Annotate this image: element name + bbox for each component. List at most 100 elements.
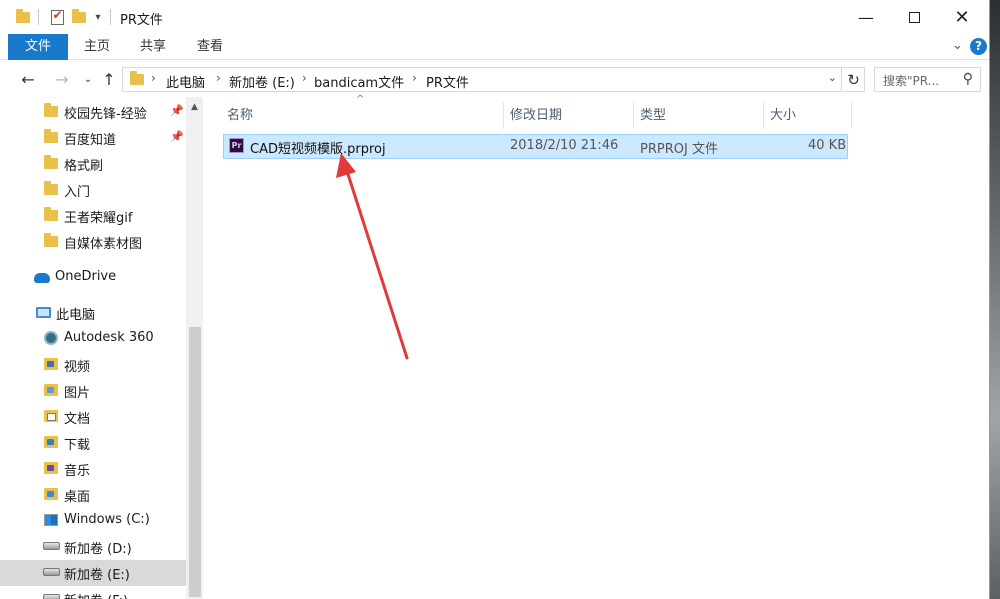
column-divider[interactable] bbox=[503, 102, 504, 129]
help-icon[interactable]: ? bbox=[970, 38, 987, 55]
drive-icon bbox=[43, 541, 60, 550]
breadcrumb-this-pc[interactable]: 此电脑 bbox=[166, 72, 205, 91]
downloads-folder-icon bbox=[44, 436, 58, 448]
window-title: PR文件 bbox=[120, 13, 163, 28]
column-divider[interactable] bbox=[851, 102, 852, 129]
folder-icon bbox=[44, 129, 58, 143]
breadcrumb-drive-e[interactable]: 新加卷 (E:) bbox=[229, 72, 295, 91]
sidebar-item-music[interactable]: 音乐 bbox=[0, 456, 186, 482]
file-row[interactable]: Pr CAD短视频模版.prproj 2018/2/10 21:46 PRPRO… bbox=[223, 134, 848, 159]
navigation-bar: ← → ⌄ ↑ › 此电脑 › 新加卷 (E:) › bandicam文件 › … bbox=[0, 61, 989, 97]
sidebar-item-label: 新加卷 (E:) bbox=[64, 568, 130, 583]
sidebar-item-drive-d[interactable]: 新加卷 (D:) bbox=[0, 534, 186, 560]
drive-icon bbox=[43, 593, 60, 599]
sidebar-item-quick-access[interactable]: 格式刷 bbox=[0, 151, 186, 177]
windows-drive-icon bbox=[44, 514, 58, 526]
breadcrumb-bandicam[interactable]: bandicam文件 bbox=[314, 72, 404, 91]
autodesk-360-icon bbox=[44, 331, 58, 345]
breadcrumb-separator-icon[interactable]: › bbox=[302, 71, 307, 85]
sidebar-item-label: 王者荣耀gif bbox=[64, 211, 133, 226]
sidebar-item-documents[interactable]: 文档 bbox=[0, 404, 186, 430]
desktop-folder-icon bbox=[44, 488, 58, 500]
sidebar-item-label: 格式刷 bbox=[64, 159, 104, 174]
navigation-pane: 校园先锋-经验 📌 百度知道 📌 格式刷 入门 王者荣耀gif 自媒体素材图 O… bbox=[0, 97, 186, 599]
sidebar-item-pictures[interactable]: 图片 bbox=[0, 378, 186, 404]
column-divider[interactable] bbox=[763, 102, 764, 129]
recent-locations-button[interactable]: ⌄ bbox=[80, 67, 96, 91]
documents-folder-icon bbox=[44, 410, 58, 422]
column-header-size[interactable]: 大小 bbox=[770, 104, 796, 126]
breadcrumb-separator-icon[interactable]: › bbox=[216, 71, 221, 85]
refresh-icon: ↻ bbox=[847, 70, 860, 89]
breadcrumb-separator-icon[interactable]: › bbox=[412, 71, 417, 85]
file-list-pane: ^ 名称 修改日期 类型 大小 Pr CAD短视频模版.prproj 2018/… bbox=[203, 94, 989, 599]
maximize-icon bbox=[908, 11, 920, 23]
sidebar-item-label: 桌面 bbox=[64, 490, 91, 505]
tab-home[interactable]: 主页 bbox=[70, 34, 124, 60]
tab-share[interactable]: 共享 bbox=[126, 34, 180, 60]
videos-folder-icon bbox=[44, 358, 58, 370]
sidebar-item-label: 百度知道 bbox=[64, 133, 117, 148]
file-type: PRPROJ 文件 bbox=[640, 142, 718, 157]
back-button[interactable]: ← bbox=[16, 67, 40, 91]
sidebar-item-onedrive[interactable]: OneDrive bbox=[0, 265, 186, 291]
sidebar-item-this-pc[interactable]: 此电脑 bbox=[0, 300, 186, 326]
expand-ribbon-icon[interactable]: ⌄ bbox=[952, 38, 963, 53]
breadcrumb-separator-icon[interactable]: › bbox=[151, 71, 156, 85]
pin-icon[interactable]: 📌 bbox=[170, 104, 184, 117]
address-bar[interactable]: › 此电脑 › 新加卷 (E:) › bandicam文件 › PR文件 ⌄ bbox=[122, 67, 842, 92]
scrollbar-thumb[interactable] bbox=[189, 327, 201, 597]
sidebar-item-quick-access[interactable]: 自媒体素材图 bbox=[0, 229, 186, 255]
close-button[interactable]: ✕ bbox=[938, 0, 986, 34]
pin-icon[interactable]: 📌 bbox=[170, 130, 184, 143]
folder-icon bbox=[44, 103, 58, 117]
tab-view[interactable]: 查看 bbox=[182, 34, 238, 60]
new-folder-icon[interactable] bbox=[70, 8, 88, 26]
drive-icon bbox=[43, 567, 60, 576]
sidebar-item-quick-access[interactable]: 入门 bbox=[0, 177, 186, 203]
sidebar-item-quick-access[interactable]: 校园先锋-经验 📌 bbox=[0, 99, 186, 125]
properties-icon[interactable] bbox=[48, 8, 66, 26]
up-button[interactable]: ↑ bbox=[99, 67, 119, 91]
chevron-down-icon[interactable]: ⌄ bbox=[828, 71, 837, 84]
column-header-name[interactable]: 名称 bbox=[227, 104, 253, 126]
navigation-pane-scrollbar[interactable]: ▲ bbox=[186, 97, 203, 599]
sidebar-item-drive-c[interactable]: Windows (C:) bbox=[0, 508, 186, 534]
onedrive-icon bbox=[34, 273, 50, 283]
search-icon: ⚲ bbox=[962, 71, 973, 87]
back-arrow-icon: ← bbox=[21, 69, 35, 89]
file-modified: 2018/2/10 21:46 bbox=[510, 138, 619, 153]
sidebar-item-drive-e[interactable]: 新加卷 (E:) bbox=[0, 560, 186, 586]
sidebar-item-autodesk-360[interactable]: Autodesk 360 bbox=[0, 326, 186, 352]
title-bar: ▾ PR文件 — ✕ bbox=[0, 0, 989, 34]
minimize-button[interactable]: — bbox=[842, 0, 890, 34]
minimize-icon: — bbox=[858, 7, 874, 27]
sidebar-item-desktop[interactable]: 桌面 bbox=[0, 482, 186, 508]
forward-button[interactable]: → bbox=[50, 67, 74, 91]
sidebar-item-quick-access[interactable]: 百度知道 📌 bbox=[0, 125, 186, 151]
folder-icon bbox=[44, 233, 58, 247]
folder-icon bbox=[14, 8, 32, 26]
sidebar-item-quick-access[interactable]: 王者荣耀gif bbox=[0, 203, 186, 229]
sidebar-item-label: Autodesk 360 bbox=[64, 330, 154, 345]
folder-icon bbox=[44, 207, 58, 221]
sidebar-item-label: 下载 bbox=[64, 438, 91, 453]
scroll-up-icon[interactable]: ▲ bbox=[186, 99, 203, 115]
breadcrumb-current-folder[interactable]: PR文件 bbox=[426, 72, 469, 91]
chevron-down-icon: ⌄ bbox=[83, 73, 93, 85]
column-divider[interactable] bbox=[633, 102, 634, 129]
ribbon-tabs: 文件 主页 共享 查看 ⌄ ? bbox=[0, 34, 989, 60]
sidebar-item-label: 校园先锋-经验 bbox=[64, 107, 147, 122]
search-input[interactable]: 搜索"PR... ⚲ bbox=[874, 67, 981, 92]
customize-toolbar-icon[interactable]: ▾ bbox=[91, 8, 105, 26]
sidebar-item-videos[interactable]: 视频 bbox=[0, 352, 186, 378]
sidebar-item-label: 入门 bbox=[64, 185, 91, 200]
sidebar-item-drive-f[interactable]: 新加卷 (F:) bbox=[0, 586, 186, 599]
column-header-date-modified[interactable]: 修改日期 bbox=[510, 104, 562, 126]
forward-arrow-icon: → bbox=[55, 69, 69, 89]
column-header-type[interactable]: 类型 bbox=[640, 104, 666, 126]
maximize-button[interactable] bbox=[890, 0, 938, 34]
sidebar-item-downloads[interactable]: 下载 bbox=[0, 430, 186, 456]
tab-file[interactable]: 文件 bbox=[8, 34, 68, 60]
refresh-button[interactable]: ↻ bbox=[843, 67, 865, 92]
